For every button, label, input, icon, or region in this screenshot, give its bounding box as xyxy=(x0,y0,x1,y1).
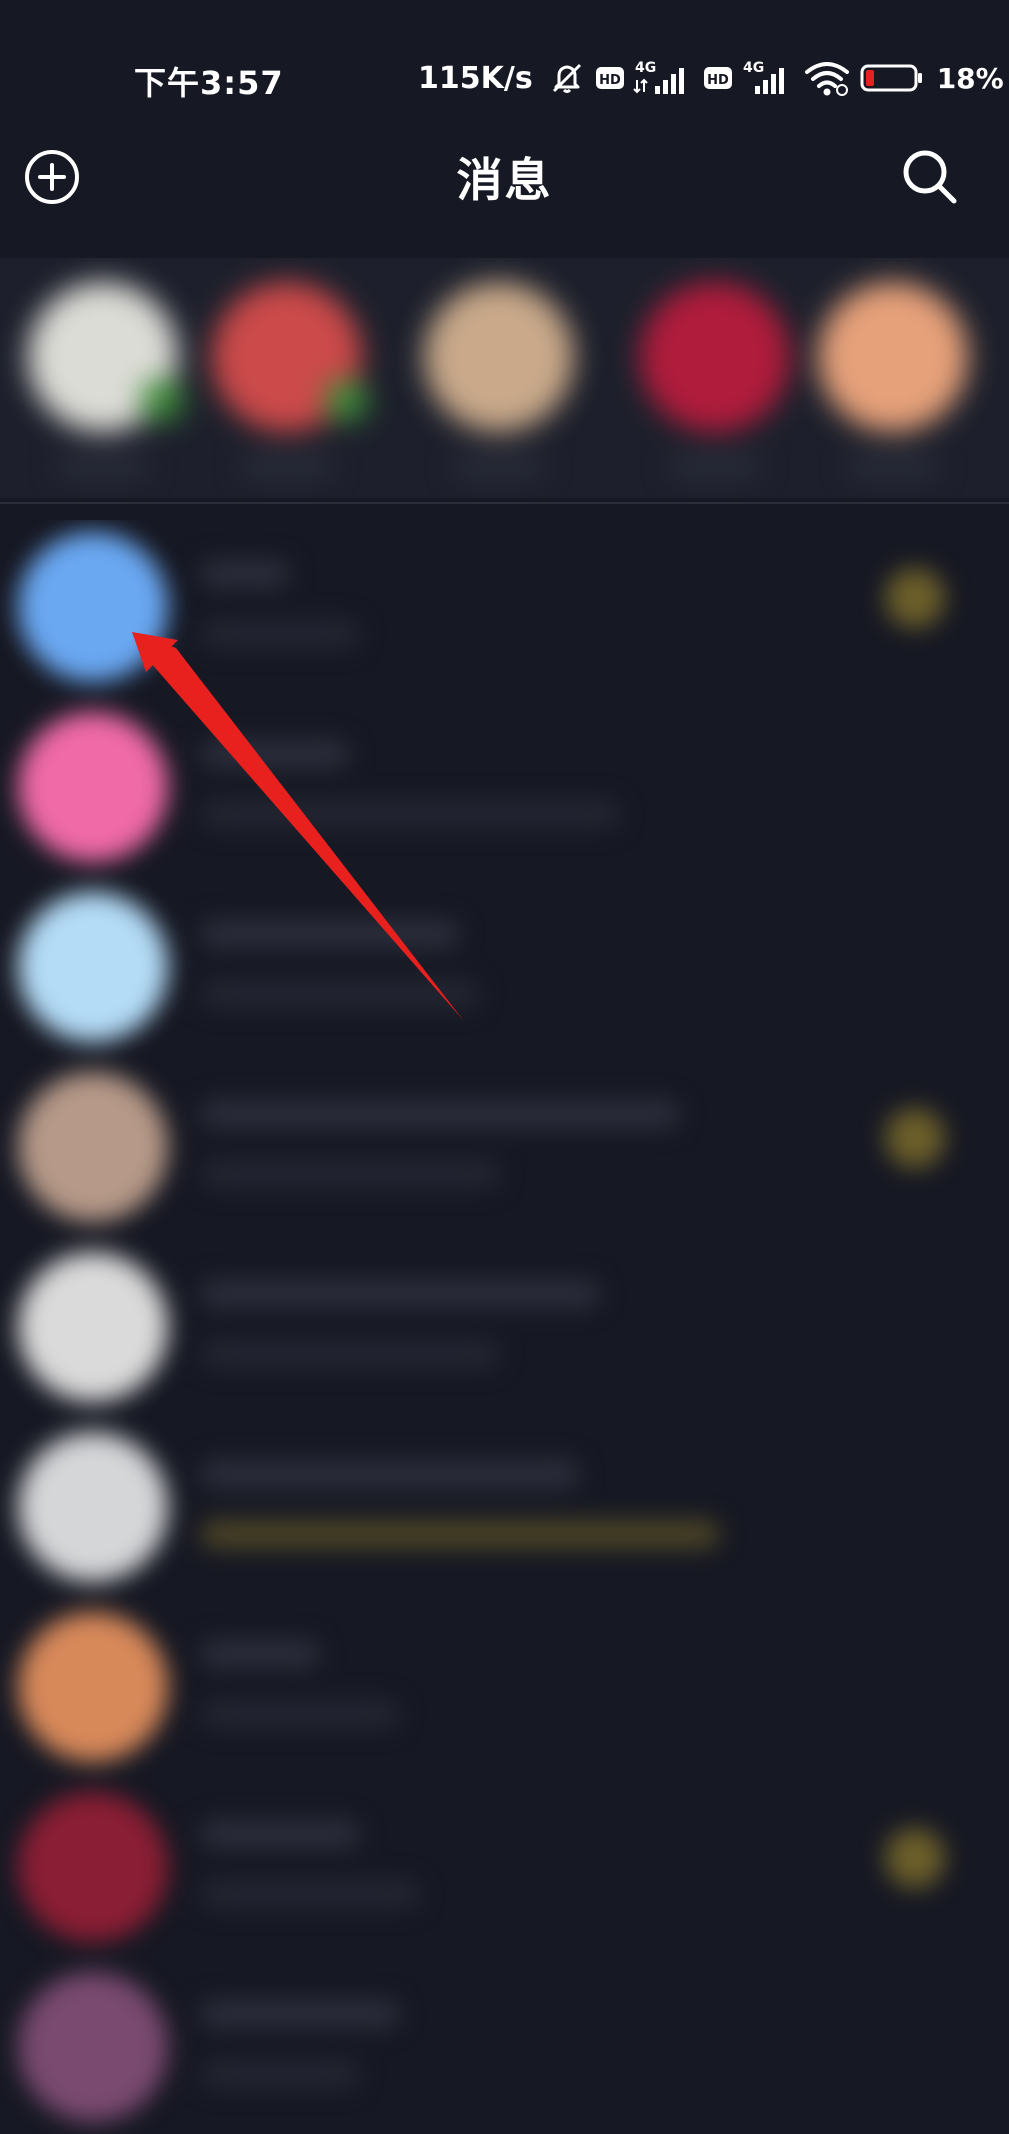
unread-badge xyxy=(885,568,945,628)
contact-name xyxy=(670,456,760,476)
conversation-preview xyxy=(200,980,480,1008)
avatar[interactable] xyxy=(18,1612,168,1762)
contact-name xyxy=(242,456,332,476)
avatar[interactable] xyxy=(18,712,168,862)
conversation-name xyxy=(200,1640,320,1668)
conversation-name xyxy=(200,920,460,948)
conversation-list xyxy=(0,520,1009,2134)
conversation-row[interactable] xyxy=(0,700,1009,880)
conversation-name xyxy=(200,560,290,588)
contact-avatar[interactable] xyxy=(424,282,574,432)
battery-percent: 18% xyxy=(936,61,1004,95)
page-title: 消息 xyxy=(456,153,553,207)
conversation-name xyxy=(200,1820,360,1848)
svg-text:HD: HD xyxy=(599,73,621,88)
contacts-strip xyxy=(0,258,1009,498)
conversation-row[interactable] xyxy=(0,1060,1009,1240)
wifi-icon xyxy=(803,58,851,98)
svg-text:4G: 4G xyxy=(635,60,656,76)
avatar[interactable] xyxy=(18,1252,168,1402)
conversation-preview xyxy=(200,1340,500,1368)
divider xyxy=(0,502,1009,504)
online-badge xyxy=(140,378,184,422)
conversation-preview xyxy=(200,800,620,828)
hd-icon: HD xyxy=(595,63,625,93)
search-button[interactable] xyxy=(898,145,962,209)
avatar[interactable] xyxy=(18,532,168,682)
avatar[interactable] xyxy=(18,1792,168,1942)
search-icon xyxy=(903,150,957,204)
status-icons: 115K/s HD 4G HD 4G 18% xyxy=(418,56,1004,100)
conversation-preview xyxy=(200,2060,360,2088)
conversation-name xyxy=(200,1280,600,1308)
conversation-row[interactable] xyxy=(0,1960,1009,2134)
4g-signal-icon: 4G xyxy=(741,58,795,98)
unread-badge xyxy=(885,1108,945,1168)
conversation-name xyxy=(200,1100,680,1128)
conversation-name xyxy=(200,1460,580,1488)
conversation-preview xyxy=(200,620,360,648)
contact-name xyxy=(454,456,544,476)
conversation-row[interactable] xyxy=(0,520,1009,700)
mute-icon xyxy=(547,58,587,98)
conversation-row[interactable] xyxy=(0,1600,1009,1780)
conversation-name xyxy=(200,2000,400,2028)
status-time: 下午3:57 xyxy=(134,64,284,102)
conversation-name xyxy=(200,740,350,768)
avatar[interactable] xyxy=(18,892,168,1042)
conversation-preview xyxy=(200,1520,720,1548)
contact-avatar[interactable] xyxy=(818,282,968,432)
contact-avatar[interactable] xyxy=(640,282,790,432)
conversation-row[interactable] xyxy=(0,1420,1009,1600)
hd-icon: HD xyxy=(703,63,733,93)
status-bar: 下午3:57 115K/s HD 4G HD 4G 18% xyxy=(0,0,1009,120)
avatar[interactable] xyxy=(18,1072,168,1222)
conversation-row[interactable] xyxy=(0,1240,1009,1420)
avatar[interactable] xyxy=(18,1432,168,1582)
contact-name xyxy=(58,456,148,476)
conversation-preview xyxy=(200,1160,500,1188)
conversation-preview xyxy=(200,1880,420,1908)
conversation-row[interactable] xyxy=(0,880,1009,1060)
conversation-row[interactable] xyxy=(0,1780,1009,1960)
contact-name xyxy=(848,456,938,476)
4g-signal-icon: 4G xyxy=(632,58,695,98)
unread-badge xyxy=(885,1828,945,1888)
svg-text:HD: HD xyxy=(707,73,729,88)
conversation-preview xyxy=(200,1700,400,1728)
svg-text:4G: 4G xyxy=(743,60,764,76)
online-badge xyxy=(324,378,368,422)
header: 消息 xyxy=(0,130,1009,230)
battery-icon xyxy=(859,58,925,98)
avatar[interactable] xyxy=(18,1972,168,2122)
network-speed: 115K/s xyxy=(418,60,533,96)
